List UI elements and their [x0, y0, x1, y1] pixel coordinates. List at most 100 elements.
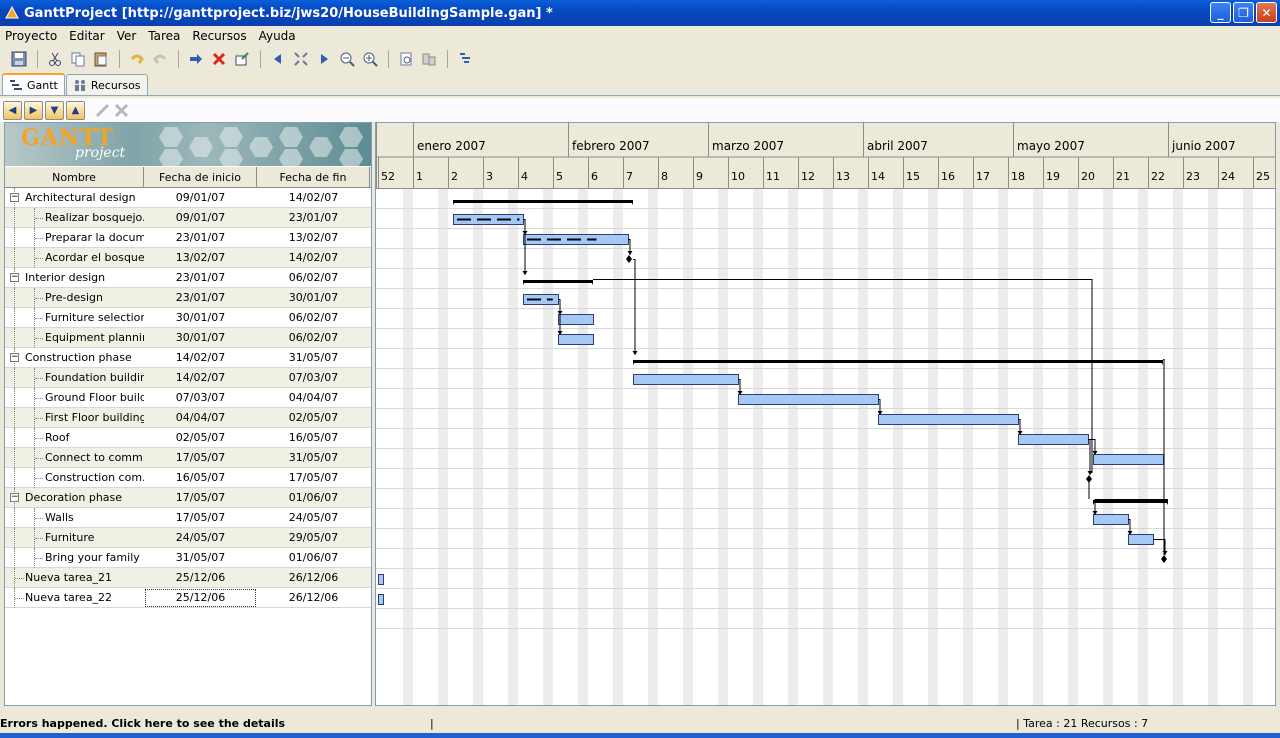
move-up-icon[interactable]: ▲: [66, 101, 85, 120]
task-name-cell[interactable]: −Construction phase: [5, 348, 144, 368]
task-start-date[interactable]: 17/05/07: [144, 508, 257, 528]
print-preview-icon[interactable]: [395, 48, 417, 70]
task-name-cell[interactable]: Roof: [5, 428, 144, 448]
task-end-date[interactable]: 02/05/07: [257, 408, 370, 428]
table-row[interactable]: Pre-design23/01/0730/01/07: [5, 288, 371, 308]
task-name-cell[interactable]: Walls: [5, 508, 144, 528]
minimize-button[interactable]: _: [1210, 2, 1231, 23]
task-start-date[interactable]: 07/03/07: [144, 388, 257, 408]
task-name-cell[interactable]: −Architectural design: [5, 188, 144, 208]
table-row[interactable]: −Architectural design09/01/0714/02/07: [5, 188, 371, 208]
table-row[interactable]: Bring your family ...31/05/0701/06/07: [5, 548, 371, 568]
undo-icon[interactable]: [126, 48, 148, 70]
link-icon[interactable]: [93, 101, 112, 120]
table-row[interactable]: Ground Floor build...07/03/0704/04/07: [5, 388, 371, 408]
task-start-date[interactable]: 13/02/07: [144, 248, 257, 268]
task-name-cell[interactable]: Furniture: [5, 528, 144, 548]
task-end-date[interactable]: 26/12/06: [257, 568, 370, 588]
task-start-date[interactable]: 23/01/07: [144, 228, 257, 248]
cut-icon[interactable]: [44, 48, 66, 70]
task-end-date[interactable]: 14/02/07: [257, 188, 370, 208]
task-end-date[interactable]: 06/02/07: [257, 308, 370, 328]
menu-ayuda[interactable]: Ayuda: [259, 29, 296, 43]
task-start-date[interactable]: 17/05/07: [144, 448, 257, 468]
task-name-cell[interactable]: Nueva tarea_22: [5, 588, 144, 608]
task-name-cell[interactable]: −Decoration phase: [5, 488, 144, 508]
table-row[interactable]: −Interior design23/01/0706/02/07: [5, 268, 371, 288]
indent-right-icon[interactable]: ▶: [24, 101, 43, 120]
task-name-cell[interactable]: Construction com...: [5, 468, 144, 488]
delete-icon[interactable]: [208, 48, 230, 70]
task-end-date[interactable]: 23/01/07: [257, 208, 370, 228]
close-button[interactable]: ✕: [1256, 2, 1277, 23]
task-end-date[interactable]: 06/02/07: [257, 268, 370, 288]
copy-icon[interactable]: [67, 48, 89, 70]
task-name-cell[interactable]: Foundation building: [5, 368, 144, 388]
task-start-date[interactable]: 17/05/07: [144, 488, 257, 508]
task-name-cell[interactable]: Acordar el bosque...: [5, 248, 144, 268]
task-name-cell[interactable]: Equipment planning: [5, 328, 144, 348]
task-end-date[interactable]: 04/04/07: [257, 388, 370, 408]
task-end-date[interactable]: 01/06/07: [257, 548, 370, 568]
task-start-date[interactable]: 09/01/07: [144, 188, 257, 208]
task-end-date[interactable]: 24/05/07: [257, 508, 370, 528]
table-row[interactable]: Furniture selection30/01/0706/02/07: [5, 308, 371, 328]
table-row[interactable]: Construction com...16/05/0717/05/07: [5, 468, 371, 488]
collapse-toggle-icon[interactable]: −: [10, 193, 19, 202]
indent-icon[interactable]: [185, 48, 207, 70]
collapse-toggle-icon[interactable]: −: [10, 353, 19, 362]
task-name-cell[interactable]: Preparar la docum...: [5, 228, 144, 248]
task-end-date[interactable]: 16/05/07: [257, 428, 370, 448]
task-name-cell[interactable]: −Interior design: [5, 268, 144, 288]
task-name-cell[interactable]: Pre-design: [5, 288, 144, 308]
task-end-date[interactable]: 01/06/07: [257, 488, 370, 508]
task-start-date[interactable]: 23/01/07: [144, 288, 257, 308]
fit-icon[interactable]: [290, 48, 312, 70]
properties-icon[interactable]: [231, 48, 253, 70]
task-name-cell[interactable]: Furniture selection: [5, 308, 144, 328]
task-end-date[interactable]: 14/02/07: [257, 248, 370, 268]
redo-icon[interactable]: [149, 48, 171, 70]
column-header-end[interactable]: Fecha de fin: [257, 167, 370, 187]
table-row[interactable]: Nueva tarea_2125/12/0626/12/06: [5, 568, 371, 588]
task-end-date[interactable]: 26/12/06: [257, 588, 370, 608]
menu-proyecto[interactable]: Proyecto: [5, 29, 57, 43]
paste-icon[interactable]: [90, 48, 112, 70]
tab-recursos[interactable]: Recursos: [66, 74, 148, 95]
table-row[interactable]: Connect to comm...17/05/0731/05/07: [5, 448, 371, 468]
task-name-cell[interactable]: Realizar bosquejo...: [5, 208, 144, 228]
table-row[interactable]: Preparar la docum...23/01/0713/02/07: [5, 228, 371, 248]
task-name-cell[interactable]: First Floor building: [5, 408, 144, 428]
task-name-cell[interactable]: Bring your family ...: [5, 548, 144, 568]
table-row[interactable]: Acordar el bosque...13/02/0714/02/07: [5, 248, 371, 268]
task-name-cell[interactable]: Connect to comm...: [5, 448, 144, 468]
table-row[interactable]: Walls17/05/0724/05/07: [5, 508, 371, 528]
error-message-link[interactable]: Errors happened. Click here to see the d…: [0, 717, 430, 730]
task-start-date[interactable]: 31/05/07: [144, 548, 257, 568]
table-row[interactable]: Nueva tarea_2225/12/0626/12/06: [5, 588, 371, 608]
task-start-date[interactable]: 16/05/07: [144, 468, 257, 488]
unlink-icon[interactable]: [112, 101, 131, 120]
collapse-toggle-icon[interactable]: −: [10, 493, 19, 502]
task-start-date[interactable]: 30/01/07: [144, 308, 257, 328]
table-row[interactable]: −Construction phase14/02/0731/05/07: [5, 348, 371, 368]
tab-gantt[interactable]: Gantt: [2, 73, 65, 95]
task-start-date[interactable]: 25/12/06: [144, 588, 257, 608]
table-row[interactable]: Roof02/05/0716/05/07: [5, 428, 371, 448]
task-start-date[interactable]: 04/04/07: [144, 408, 257, 428]
scroll-left-icon[interactable]: [267, 48, 289, 70]
menu-recursos[interactable]: Recursos: [192, 29, 246, 43]
save-icon[interactable]: [8, 48, 30, 70]
table-row[interactable]: First Floor building04/04/0702/05/07: [5, 408, 371, 428]
menu-editar[interactable]: Editar: [69, 29, 105, 43]
task-end-date[interactable]: 07/03/07: [257, 368, 370, 388]
move-down-icon[interactable]: ▼: [45, 101, 64, 120]
task-start-date[interactable]: 14/02/07: [144, 368, 257, 388]
menu-ver[interactable]: Ver: [117, 29, 137, 43]
task-end-date[interactable]: 13/02/07: [257, 228, 370, 248]
zoom-in-icon[interactable]: [359, 48, 381, 70]
column-header-start[interactable]: Fecha de inicio: [144, 167, 257, 187]
scroll-right-icon[interactable]: [313, 48, 335, 70]
zoom-out-icon[interactable]: [336, 48, 358, 70]
table-row[interactable]: −Decoration phase17/05/0701/06/07: [5, 488, 371, 508]
